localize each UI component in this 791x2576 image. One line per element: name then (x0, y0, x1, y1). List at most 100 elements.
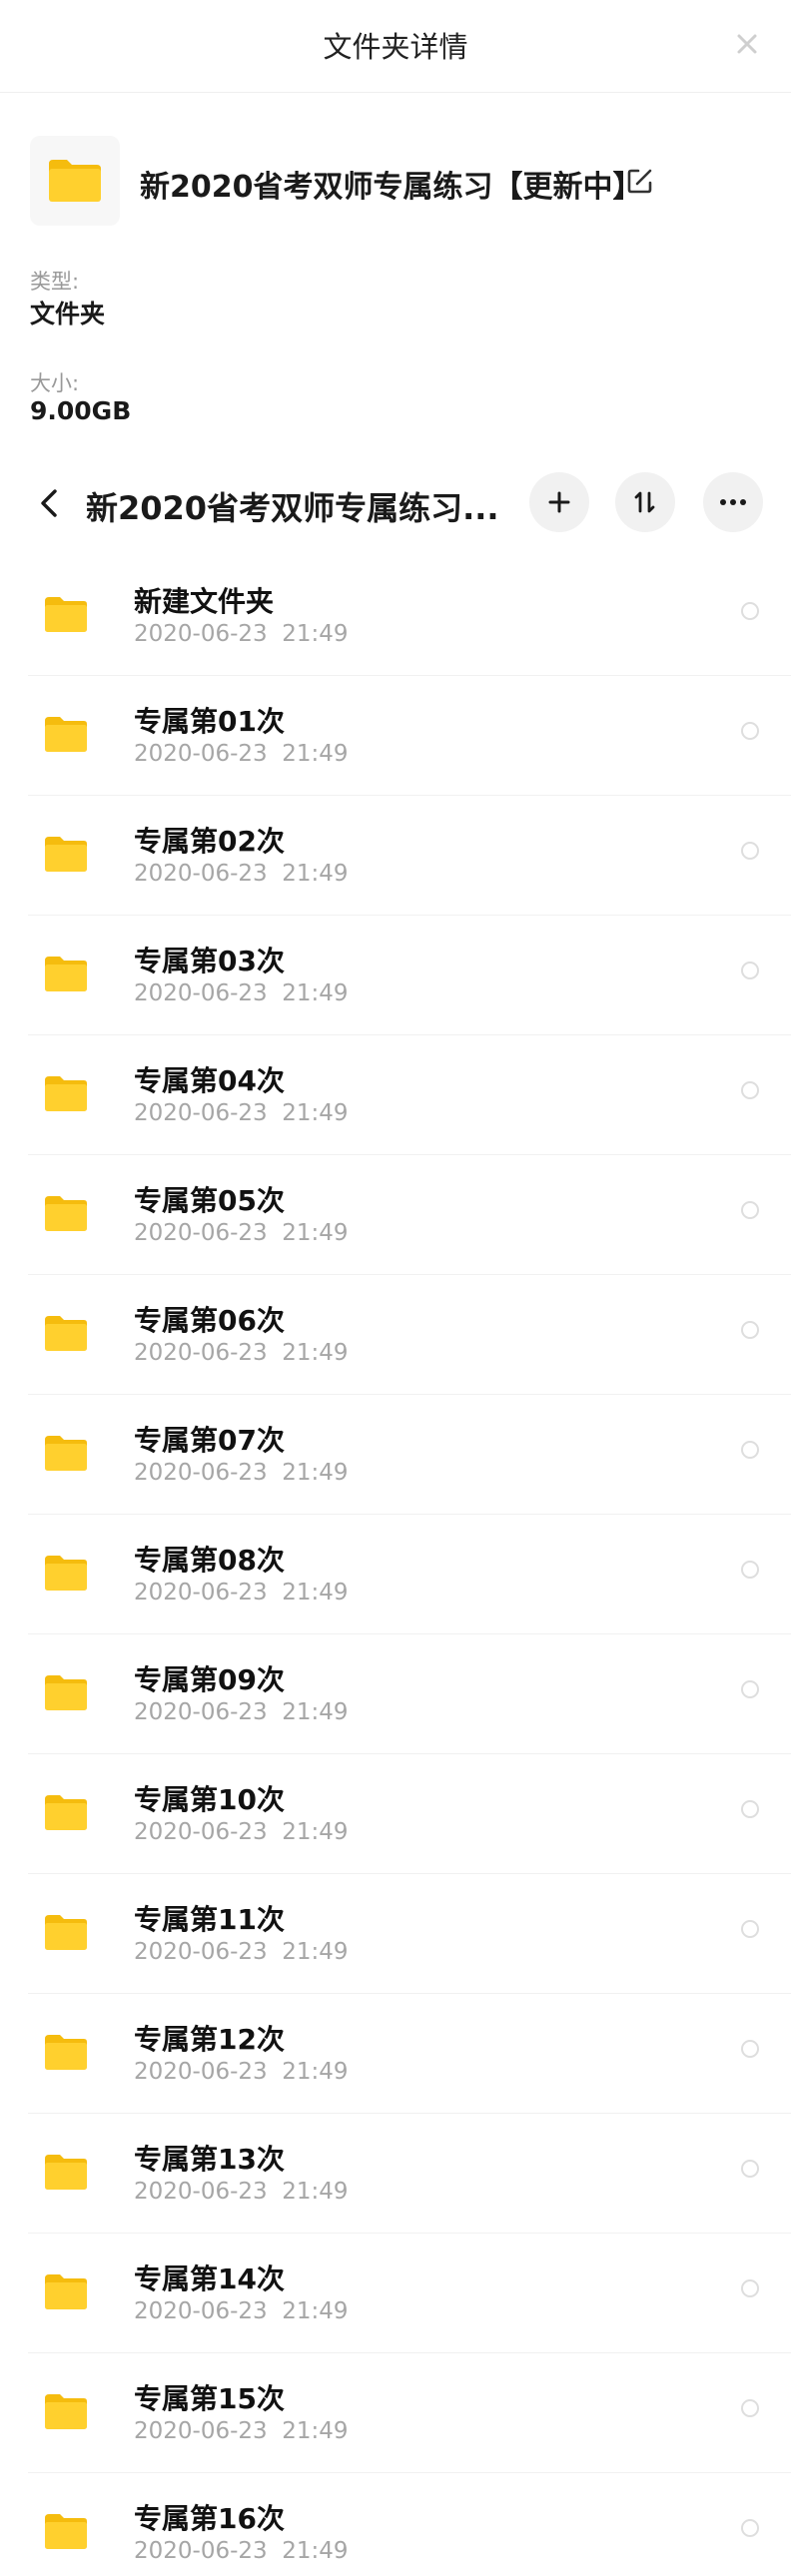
list-item-date: 2020-06-23 21:49 (134, 741, 349, 767)
add-button[interactable] (529, 472, 589, 532)
list-item-date: 2020-06-23 21:49 (134, 980, 349, 1006)
list-item-name: 专属第01次 (134, 705, 285, 738)
select-radio[interactable] (741, 2399, 759, 2417)
select-radio[interactable] (741, 1680, 759, 1698)
sort-icon (634, 491, 655, 513)
type-label: 类型: (30, 270, 80, 294)
select-radio[interactable] (741, 2279, 759, 2297)
list-item-name: 专属第03次 (134, 945, 285, 977)
list-item-name: 新建文件夹 (134, 585, 275, 618)
folder-icon (45, 837, 87, 872)
list-item-date: 2020-06-23 21:49 (134, 1580, 349, 1606)
folder-icon (45, 717, 87, 752)
folder-icon (45, 1316, 87, 1351)
select-radio[interactable] (741, 1441, 759, 1459)
list-item-date: 2020-06-23 21:49 (134, 2298, 349, 2324)
select-radio[interactable] (741, 1201, 759, 1219)
list-item-date: 2020-06-23 21:49 (134, 2179, 349, 2205)
list-item-date: 2020-06-23 21:49 (134, 1220, 349, 1246)
folder-icon (45, 1196, 87, 1231)
size-label: 大小: (30, 371, 80, 395)
select-radio[interactable] (741, 1321, 759, 1339)
folder-icon (45, 1076, 87, 1111)
list-item-date: 2020-06-23 21:49 (134, 1939, 349, 1965)
list-item-name: 专属第11次 (134, 1903, 285, 1936)
plus-icon (548, 491, 570, 513)
list-item[interactable]: 专属第14次 2020-06-23 21:49 (0, 2234, 791, 2353)
more-horizontal-icon (720, 499, 746, 505)
list-item-name: 专属第13次 (134, 2143, 285, 2176)
sort-button[interactable] (615, 472, 675, 532)
folder-icon (49, 160, 101, 202)
list-item-date: 2020-06-23 21:49 (134, 1699, 349, 1725)
close-icon (737, 34, 757, 54)
back-button[interactable] (28, 479, 72, 527)
folder-icon (45, 957, 87, 991)
list-item[interactable]: 专属第01次 2020-06-23 21:49 (0, 676, 791, 796)
list-item-name: 专属第02次 (134, 825, 285, 858)
list-item-name: 专属第10次 (134, 1783, 285, 1816)
list-item[interactable]: 新建文件夹 2020-06-23 21:49 (0, 556, 791, 676)
list-item[interactable]: 专属第05次 2020-06-23 21:49 (0, 1155, 791, 1275)
select-radio[interactable] (741, 1920, 759, 1938)
select-radio[interactable] (741, 722, 759, 740)
folder-icon (45, 1795, 87, 1830)
list-item[interactable]: 专属第09次 2020-06-23 21:49 (0, 1634, 791, 1754)
list-item[interactable]: 专属第12次 2020-06-23 21:49 (0, 1994, 791, 2114)
list-item-date: 2020-06-23 21:49 (134, 1460, 349, 1486)
select-radio[interactable] (741, 2519, 759, 2537)
list-item-date: 2020-06-23 21:49 (134, 2538, 349, 2564)
type-value: 文件夹 (30, 300, 106, 328)
select-radio[interactable] (741, 1561, 759, 1579)
list-item[interactable]: 专属第02次 2020-06-23 21:49 (0, 796, 791, 916)
close-button[interactable] (725, 22, 769, 66)
folder-icon (45, 2155, 87, 2190)
list-item-date: 2020-06-23 21:49 (134, 2059, 349, 2085)
select-radio[interactable] (741, 842, 759, 860)
list-item-date: 2020-06-23 21:49 (134, 1340, 349, 1366)
select-radio[interactable] (741, 2040, 759, 2058)
sheet-title: 文件夹详情 (323, 30, 468, 64)
folder-icon (45, 2394, 87, 2429)
folder-icon (45, 1675, 87, 1710)
list-item-name: 专属第15次 (134, 2382, 285, 2415)
select-radio[interactable] (741, 602, 759, 620)
list-item[interactable]: 专属第16次 2020-06-23 21:49 (0, 2473, 791, 2576)
list-item-date: 2020-06-23 21:49 (134, 1819, 349, 1845)
list-item[interactable]: 专属第11次 2020-06-23 21:49 (0, 1874, 791, 1994)
select-radio[interactable] (741, 2160, 759, 2178)
list-item[interactable]: 专属第04次 2020-06-23 21:49 (0, 1035, 791, 1155)
list-item-date: 2020-06-23 21:49 (134, 621, 349, 647)
edit-icon (627, 169, 652, 194)
folder-icon (45, 2274, 87, 2309)
list-item-date: 2020-06-23 21:49 (134, 2418, 349, 2444)
list-item-name: 专属第05次 (134, 1184, 285, 1217)
select-radio[interactable] (741, 962, 759, 979)
list-item-date: 2020-06-23 21:49 (134, 861, 349, 887)
list-item-name: 专属第16次 (134, 2502, 285, 2535)
current-folder-title: 新2020省考双师专属练习... (86, 489, 499, 527)
folder-icon (45, 1556, 87, 1591)
list-item[interactable]: 专属第13次 2020-06-23 21:49 (0, 2114, 791, 2234)
list-item[interactable]: 专属第08次 2020-06-23 21:49 (0, 1515, 791, 1634)
list-item[interactable]: 专属第03次 2020-06-23 21:49 (0, 916, 791, 1035)
edit-name-button[interactable] (623, 164, 657, 198)
select-radio[interactable] (741, 1800, 759, 1818)
folder-nav-bar: 新2020省考双师专属练习... (0, 469, 791, 537)
size-value: 9.00GB (30, 396, 132, 425)
select-radio[interactable] (741, 1081, 759, 1099)
list-item[interactable]: 专属第06次 2020-06-23 21:49 (0, 1275, 791, 1395)
folder-thumbnail (30, 136, 120, 226)
list-item[interactable]: 专属第07次 2020-06-23 21:49 (0, 1395, 791, 1515)
list-item[interactable]: 专属第10次 2020-06-23 21:49 (0, 1754, 791, 1874)
chevron-left-icon (41, 489, 57, 517)
folder-icon (45, 1915, 87, 1950)
list-item-name: 专属第07次 (134, 1424, 285, 1457)
list-item[interactable]: 专属第15次 2020-06-23 21:49 (0, 2353, 791, 2473)
more-button[interactable] (703, 472, 763, 532)
list-item-name: 专属第09次 (134, 1663, 285, 1696)
sheet-header: 文件夹详情 (0, 0, 791, 93)
list-item-name: 专属第14次 (134, 2262, 285, 2295)
folder-icon (45, 2035, 87, 2070)
list-item-name: 专属第12次 (134, 2023, 285, 2056)
